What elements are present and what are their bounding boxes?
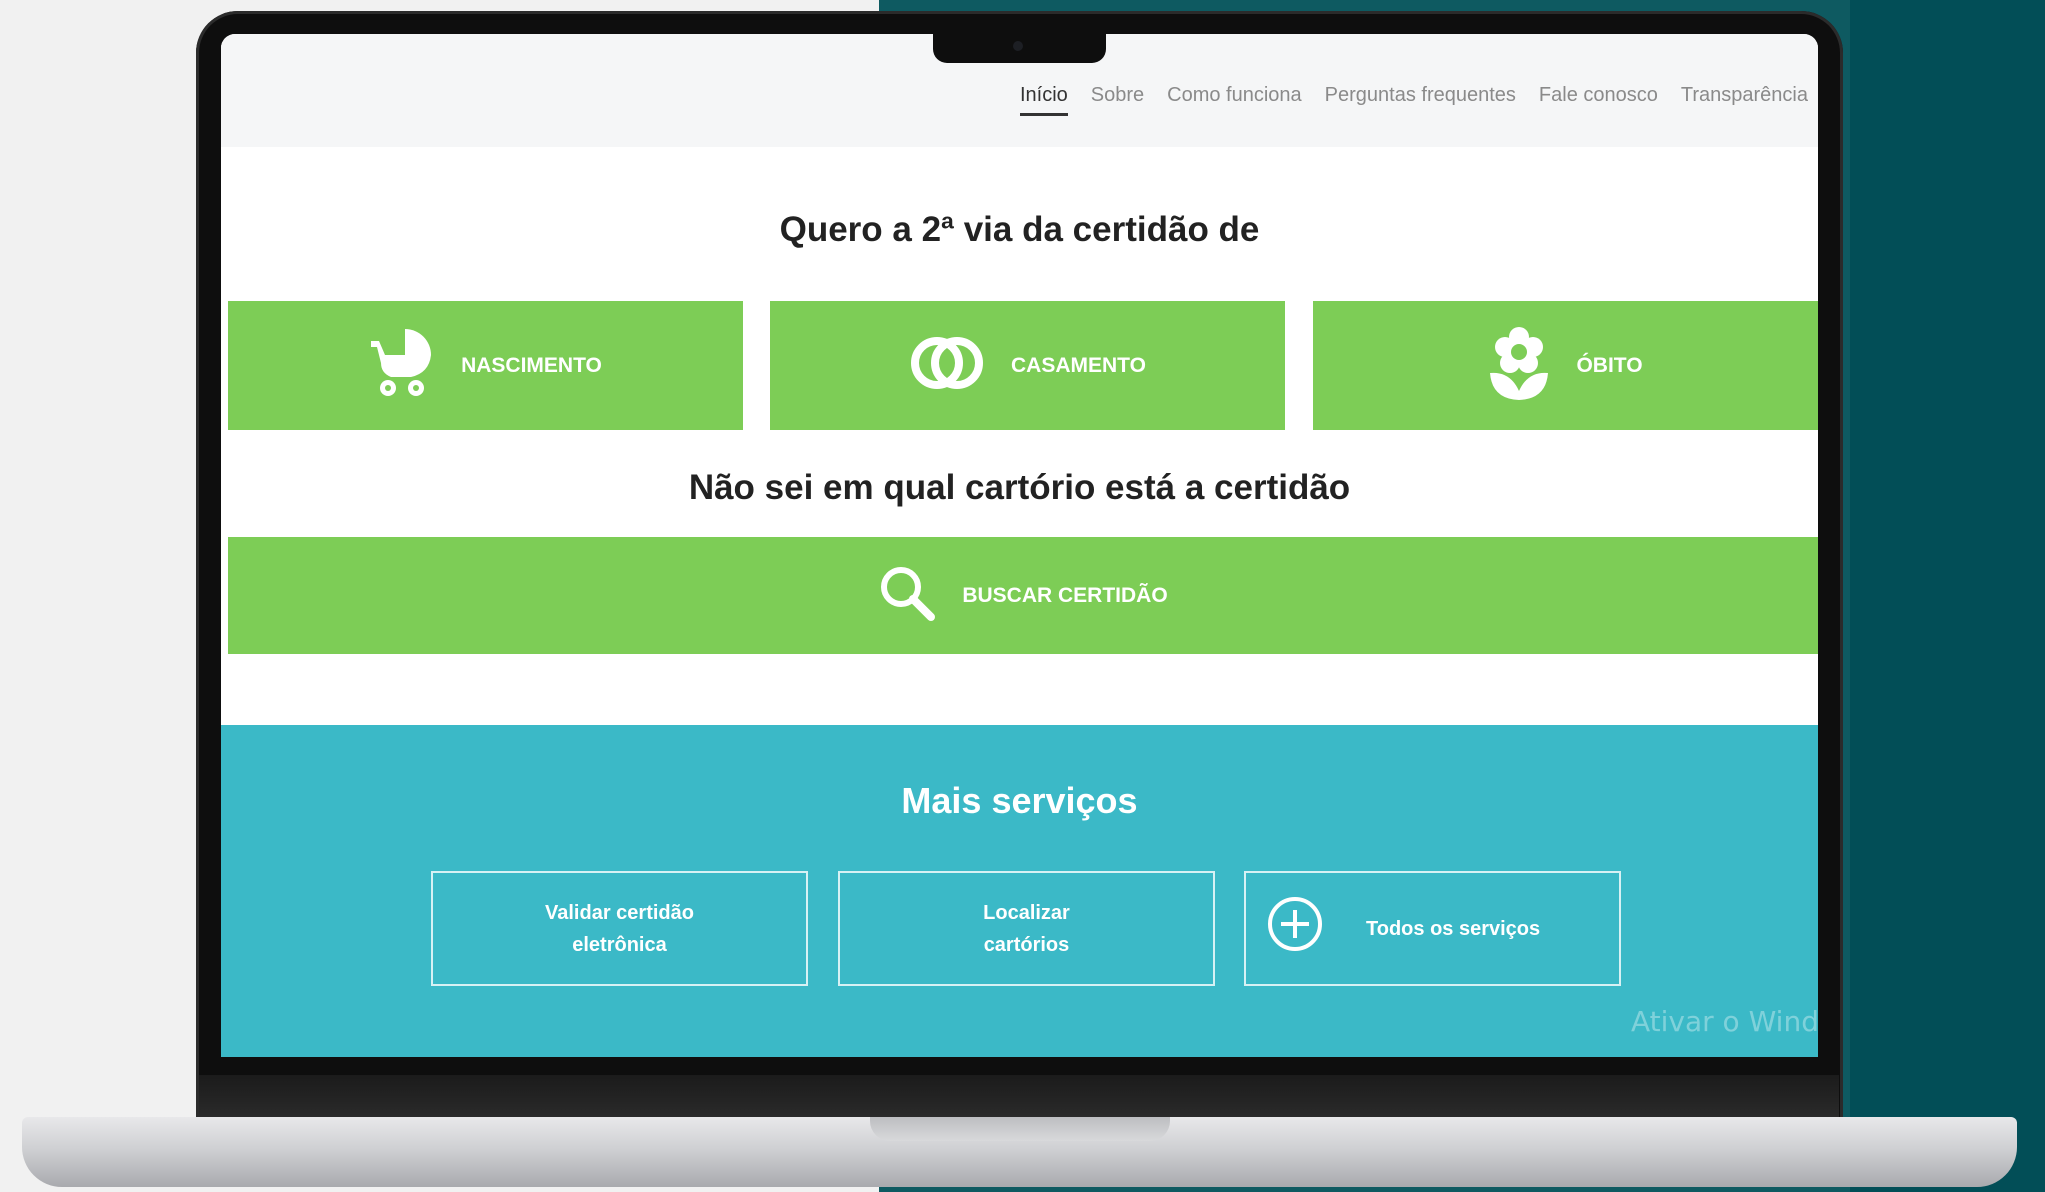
buscar-certidao-label: BUSCAR CERTIDÃO [962,583,1168,607]
windows-activation-watermark: Ativar o Windo [1631,1005,1818,1038]
nav-item-fale-conosco[interactable]: Fale conosco [1539,84,1658,116]
nav-item-perguntas-frequentes[interactable]: Perguntas frequentes [1325,84,1516,116]
background-right-edge [1850,0,2045,1192]
main-nav: Início Sobre Como funciona Perguntas fre… [997,84,1808,116]
nascimento-label: NASCIMENTO [461,353,602,377]
certificate-heading: Quero a 2ª via da certidão de [779,210,1260,249]
plus-circle-icon [1266,895,1324,963]
search-heading: Não sei em qual cartório está a certidão [688,468,1351,507]
baby-stroller-icon [369,327,435,405]
localizar-cartorios-label: Localizar cartórios [983,901,1070,956]
todos-os-servicos-label: Todos os serviços [1366,917,1541,940]
validar-certidao-label: Validar certidão eletrônica [545,901,694,956]
nascimento-button[interactable]: NASCIMENTO [228,301,743,430]
obito-label: ÓBITO [1576,353,1643,377]
validar-certidao-button[interactable]: Validar certidão eletrônica [431,871,808,986]
casamento-button[interactable]: CASAMENTO [770,301,1285,430]
camera-notch [933,32,1106,63]
flower-icon [1488,325,1550,407]
obito-button[interactable]: ÓBITO [1313,301,1818,430]
nav-item-como-funciona[interactable]: Como funciona [1167,84,1302,116]
localizar-cartorios-button[interactable]: Localizar cartórios [838,871,1215,986]
buscar-certidao-button[interactable]: BUSCAR CERTIDÃO [228,537,1818,654]
casamento-label: CASAMENTO [1011,353,1146,377]
laptop-hinge [199,1075,1839,1117]
nav-item-transparencia[interactable]: Transparência [1681,84,1808,116]
laptop-screen: Início Sobre Como funciona Perguntas fre… [221,34,1818,1057]
nav-item-inicio[interactable]: Início [1019,84,1068,116]
search-icon [878,564,936,628]
wedding-rings-icon [909,333,985,399]
todos-os-servicos-button[interactable]: Todos os serviços [1244,871,1621,986]
services-section: Mais serviços Validar certidão eletrônic… [221,725,1818,1057]
camera-icon [1013,41,1023,51]
laptop-base-notch [870,1117,1170,1141]
services-title: Mais serviços [901,780,1138,821]
nav-item-sobre[interactable]: Sobre [1091,84,1144,116]
